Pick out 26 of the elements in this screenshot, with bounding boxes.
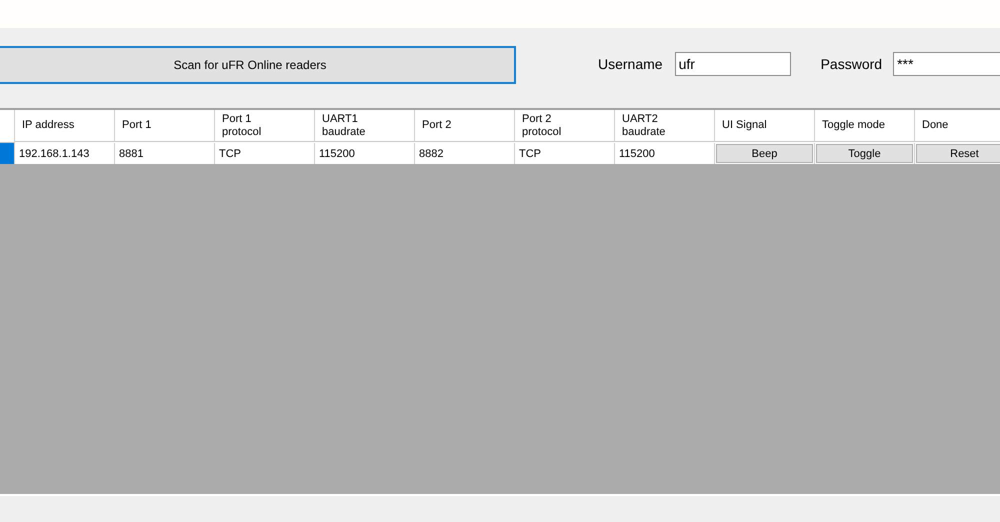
table-cell-text: 8881 xyxy=(118,148,144,160)
column-header: Port 2 protocol xyxy=(515,110,615,142)
column-header: UI Signal xyxy=(715,110,815,142)
table-cell-text: 115200 xyxy=(318,148,355,160)
column-header: Port 1 protocol xyxy=(215,110,315,142)
username-label: Username xyxy=(598,56,663,72)
row-header[interactable] xyxy=(0,143,15,164)
column-header: IP address xyxy=(15,110,115,142)
column-header: Toggle mode xyxy=(815,110,915,142)
column-header: UART2 baudrate xyxy=(615,110,715,142)
table-cell-text: 8882 xyxy=(418,148,444,160)
column-header: Port 1 xyxy=(115,110,215,142)
grid-button[interactable]: Reset xyxy=(916,144,1000,163)
grid-button[interactable]: Beep xyxy=(716,144,813,163)
table-cell-text: 192.168.1.143 xyxy=(18,148,90,160)
password-label: Password xyxy=(820,56,882,72)
column-header: UART1 baudrate xyxy=(315,110,415,142)
table-cell-text: TCP xyxy=(518,148,541,160)
column-header: Done xyxy=(915,110,1000,142)
grid-button[interactable]: Toggle xyxy=(816,144,913,163)
table-cell-text: TCP xyxy=(218,148,241,160)
scan-button[interactable]: Scan for uFR Online readers xyxy=(0,46,516,84)
password-field[interactable]: *** xyxy=(893,52,1000,76)
table-cell-text: 115200 xyxy=(618,148,655,160)
column-header: Port 2 xyxy=(415,110,515,142)
username-field[interactable]: ufr xyxy=(674,52,791,76)
